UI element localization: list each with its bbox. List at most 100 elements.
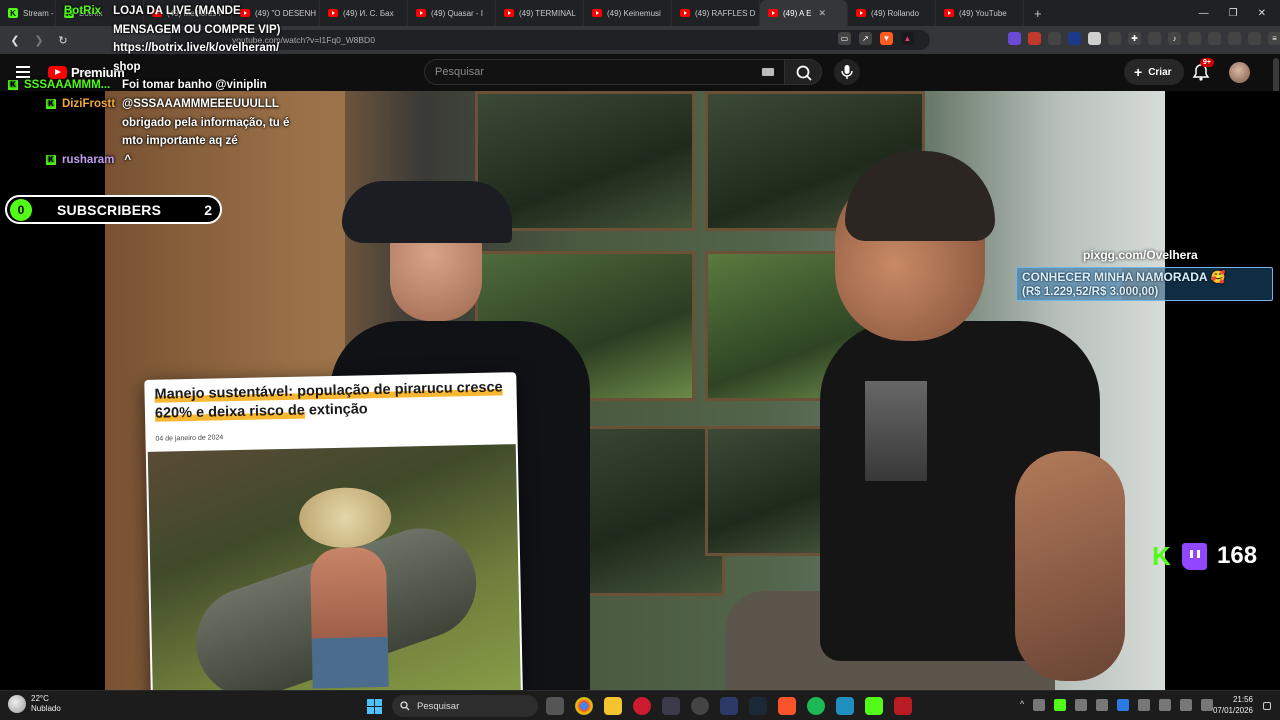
browser-tab[interactable]: (49) TERMINAL [496, 0, 584, 26]
browser-tab[interactable]: (49) YouTube [936, 0, 1024, 26]
search-input[interactable]: Pesquisar [424, 59, 786, 85]
menu-icon[interactable]: ≡ [1268, 32, 1280, 45]
viewer-count: 168 [1217, 542, 1258, 569]
opera-icon[interactable] [633, 697, 651, 715]
notification-center-icon[interactable] [1263, 702, 1271, 710]
youtube-favicon-icon [416, 9, 426, 17]
browser-tab[interactable]: (49) RAFFLES D [672, 0, 760, 26]
pdf-reader-icon[interactable] [894, 697, 912, 715]
network-icon[interactable] [1180, 699, 1193, 711]
news-card-overlay: Manejo sustentável: população de piraruc… [144, 372, 524, 690]
share-icon[interactable]: ↗ [859, 32, 872, 45]
person-right-hair [845, 151, 995, 241]
extension-icon[interactable] [1088, 32, 1101, 45]
tray-app-icon[interactable] [1138, 699, 1151, 711]
extensions-puzzle-icon[interactable]: ✚ [1128, 32, 1141, 45]
new-tab-button[interactable]: + [1024, 6, 1052, 21]
browser-tab[interactable]: (49) Keinemusi [584, 0, 672, 26]
tray-app-icon[interactable] [1054, 699, 1067, 711]
bluetooth-icon[interactable] [1117, 699, 1130, 711]
person-left-cap [342, 181, 512, 243]
extension-icon[interactable] [1008, 32, 1021, 45]
tray-app-icon[interactable] [1096, 699, 1109, 711]
extension-icon[interactable] [1108, 32, 1121, 45]
app-icon[interactable] [662, 697, 680, 715]
extension-icon[interactable] [1068, 32, 1081, 45]
chat-message: K SSSAAAMMM... [8, 76, 110, 95]
browser-tab-title: (49) YouTube [959, 8, 1007, 18]
chat-message: @SSSAAAMMMEEEUUULLL obrigado pela inform… [122, 95, 302, 151]
taskbar-clock[interactable]: 21:56 07/01/2026 [1205, 694, 1253, 716]
weather-widget[interactable]: 22°C Nublado [8, 694, 61, 714]
browser-tab[interactable]: (49) Rollando [848, 0, 936, 26]
steam-icon[interactable] [749, 697, 767, 715]
task-view-icon[interactable] [546, 697, 564, 715]
windows-taskbar: 22°C Nublado Pesquisar ^ 21:56 07/01/202… [0, 690, 1280, 720]
microphone-icon[interactable] [1159, 699, 1172, 711]
sidebar-icon[interactable] [1188, 32, 1201, 45]
keyboard-icon[interactable] [762, 68, 774, 76]
cloud-icon [8, 695, 26, 713]
window-controls: — ❐ ✕ [1199, 8, 1280, 19]
chrome-icon[interactable] [575, 697, 593, 715]
cast-icon[interactable]: ▭ [838, 32, 851, 45]
close-tab-icon[interactable]: ✕ [818, 8, 826, 19]
file-explorer-icon[interactable] [604, 697, 622, 715]
kick-badge-icon: K [46, 99, 56, 109]
pix-handle: pixgg.com/Ovelhera [1083, 248, 1198, 262]
video-player[interactable]: pixgg.com/Ovelhera CONHECER MINHA NAMORA… [0, 91, 1280, 690]
subscribers-counter: 0 SUBSCRIBERS 2 [5, 195, 222, 224]
browser-tab[interactable]: (49) И. С. Бах [320, 0, 408, 26]
screen: K Stream - K BotRix (49) Melhores I (49) "O … [0, 0, 1280, 720]
browser-tab-title: (49) A E [783, 8, 812, 18]
chat-username: DiziFrostt [62, 98, 116, 110]
browser-tab[interactable]: (49) Quasar - I [408, 0, 496, 26]
screenshot-icon[interactable] [1148, 32, 1161, 45]
wallet-icon[interactable] [1208, 32, 1221, 45]
weather-condition: Nublado [31, 704, 61, 713]
stream-chat-overlay: BotRix LOJA DA LIVE (MANDE MENSAGEM OU C… [0, 0, 300, 175]
media-controls-icon[interactable]: ♪ [1168, 32, 1181, 45]
minimize-icon[interactable]: — [1199, 8, 1209, 19]
brave-icon[interactable] [778, 697, 796, 715]
system-tray: ^ [1020, 699, 1214, 711]
fisherman-shorts [311, 636, 389, 689]
extension-icons: ✚ ♪ ≡ [1008, 32, 1280, 45]
taskbar-search[interactable]: Pesquisar [392, 695, 538, 717]
browser-tab-title: (49) Quasar - I [431, 8, 484, 18]
brave-shield-icon[interactable]: ▼ [880, 32, 893, 45]
chat-username: SSSAAAMMM... [24, 79, 111, 91]
kick-logo-icon: K [1152, 541, 1171, 571]
shirt-print [865, 381, 927, 481]
app-icon[interactable] [720, 697, 738, 715]
search-button[interactable] [784, 59, 822, 85]
twitch-logo-icon [1182, 542, 1207, 570]
notepad-icon[interactable] [836, 697, 854, 715]
tray-chevron-icon[interactable]: ^ [1020, 699, 1024, 711]
app-icon[interactable] [691, 697, 709, 715]
voice-search-button[interactable] [834, 59, 860, 85]
vpn-icon[interactable] [1248, 32, 1261, 45]
brave-rewards-icon[interactable]: ▲ [901, 32, 914, 45]
youtube-favicon-icon [680, 9, 690, 17]
download-icon[interactable] [1228, 32, 1241, 45]
start-button[interactable] [367, 699, 382, 714]
subscribers-label: SUBSCRIBERS [57, 202, 162, 218]
create-button[interactable]: + Criar [1124, 59, 1184, 85]
tray-app-icon[interactable] [1075, 699, 1088, 711]
extension-icon[interactable] [1048, 32, 1061, 45]
tray-app-icon[interactable] [1033, 699, 1046, 711]
extension-icon[interactable] [1028, 32, 1041, 45]
chat-message: K rusharam ^ [46, 151, 299, 170]
account-avatar[interactable] [1229, 62, 1250, 83]
browser-tab[interactable]: (49) A E ✕ [760, 0, 848, 26]
close-icon[interactable]: ✕ [1258, 8, 1266, 19]
browser-tab-title: (49) TERMINAL [519, 8, 576, 18]
youtube-favicon-icon [768, 9, 778, 17]
kick-app-icon[interactable] [865, 697, 883, 715]
spotify-icon[interactable] [807, 697, 825, 715]
tattooed-arm [1015, 451, 1125, 681]
maximize-icon[interactable]: ❐ [1229, 8, 1238, 19]
create-label: Criar [1148, 66, 1172, 78]
subscribers-right-value: 2 [204, 202, 212, 218]
